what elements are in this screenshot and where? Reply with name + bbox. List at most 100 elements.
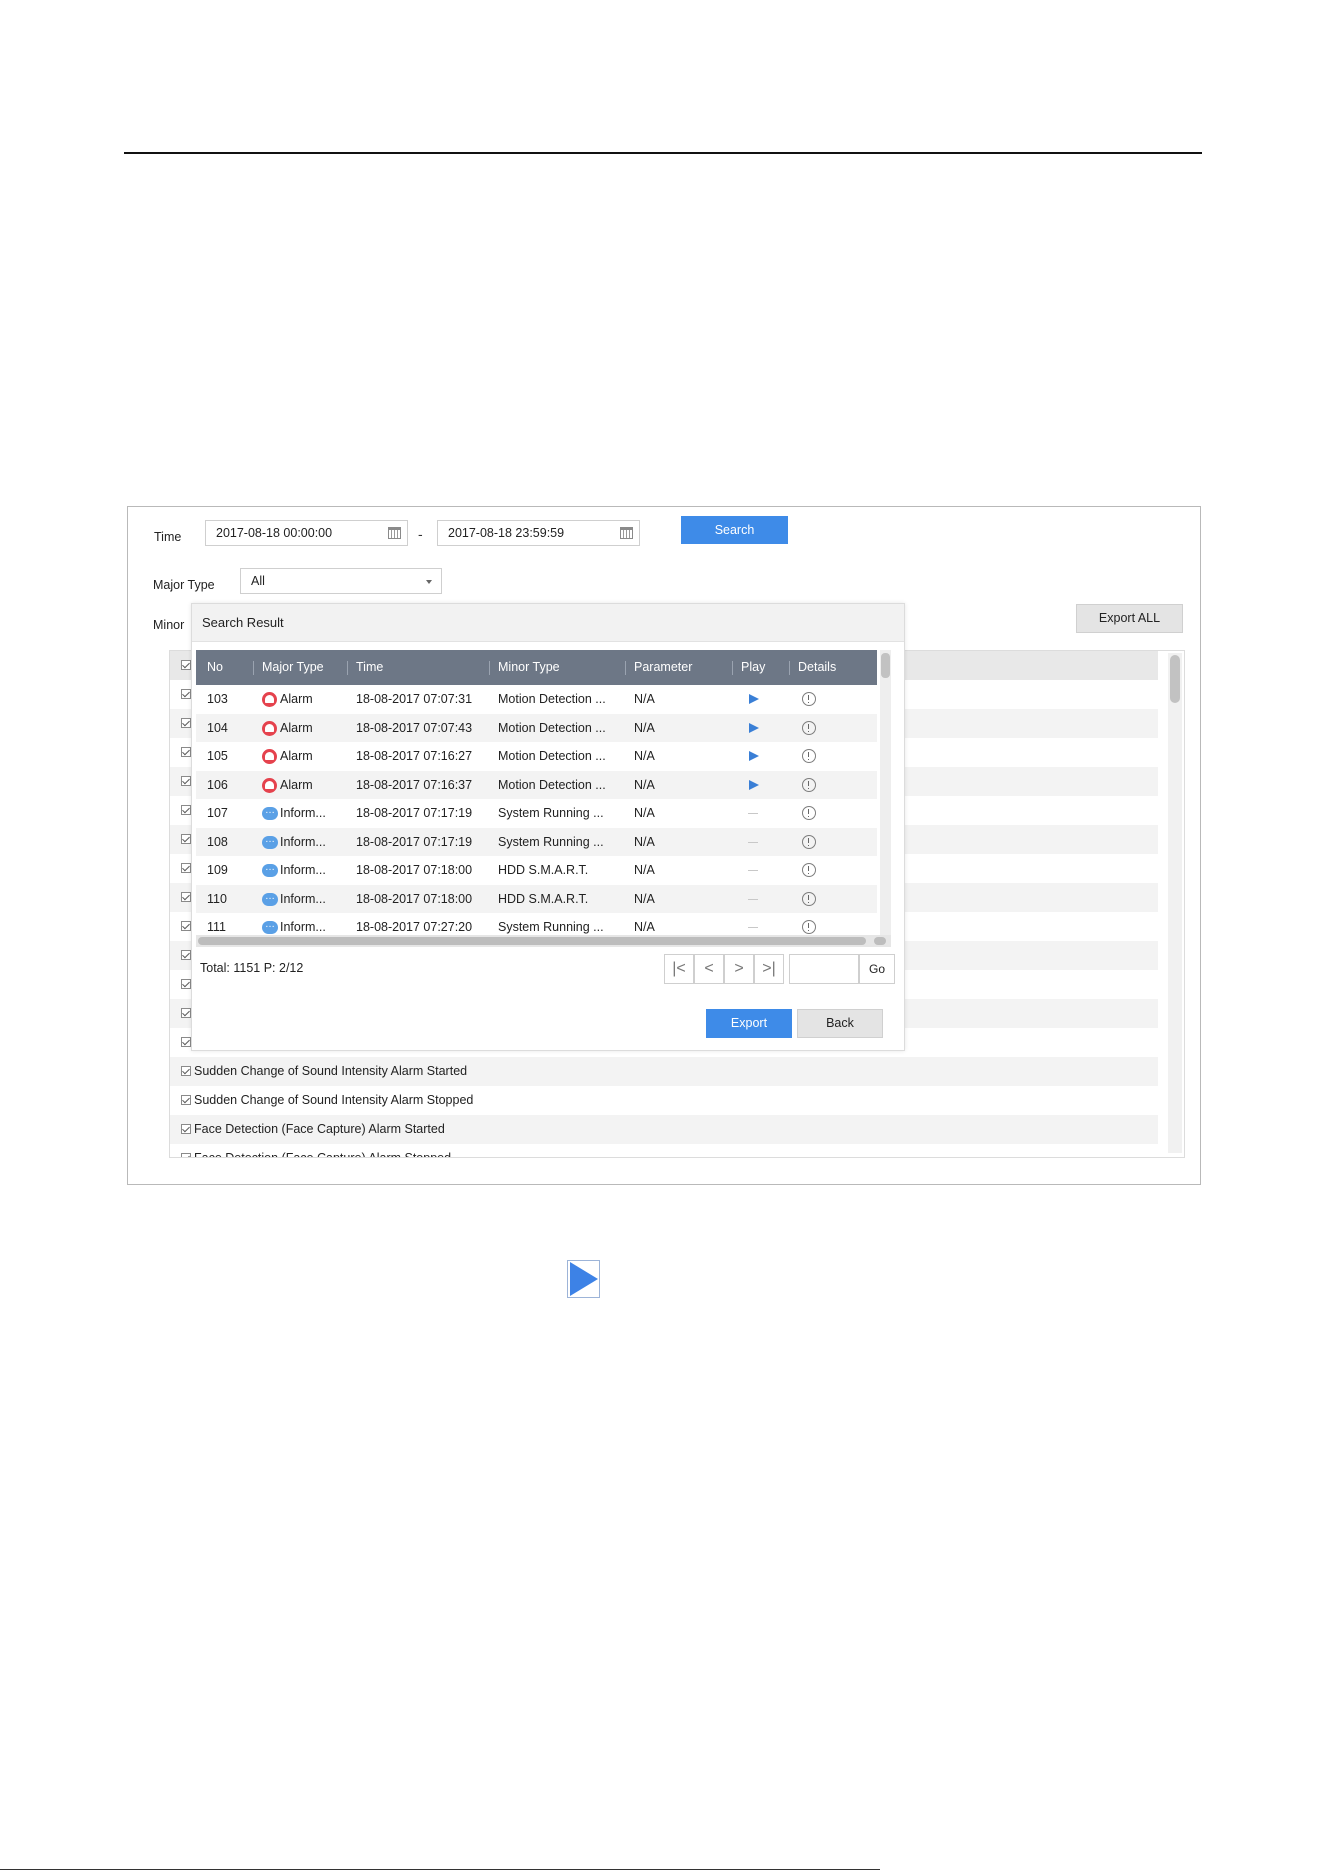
play-disabled-icon [748,927,758,928]
checkbox[interactable] [181,1066,191,1076]
alarm-icon [262,777,277,793]
table-horizontal-scrollbar[interactable] [196,935,891,947]
cell-time: 18-08-2017 07:16:27 [356,749,473,763]
table-row[interactable]: 104 Alarm 18-08-2017 07:07:43 Motion Det… [196,713,877,742]
play-icon[interactable] [749,779,759,790]
details-icon[interactable] [802,777,816,792]
cell-parameter: N/A [634,806,655,820]
results-table: No Major Type Time Minor Type Parameter … [196,650,891,950]
table-row[interactable]: 106 Alarm 18-08-2017 07:16:37 Motion Det… [196,770,877,799]
checkbox[interactable] [181,805,191,815]
calendar-icon[interactable] [620,527,633,539]
cell-no: 108 [207,834,228,849]
table-row[interactable]: 107 Inform... 18-08-2017 07:17:19 System… [196,797,877,828]
major-type-label: Major Type [153,578,215,592]
details-icon[interactable] [802,863,816,877]
col-time: Time [346,650,383,685]
checkbox[interactable] [181,1124,191,1134]
table-row[interactable]: 103 Alarm 18-08-2017 07:07:31 Motion Det… [196,685,877,714]
scrollbar-thumb[interactable] [881,653,890,678]
cell-minor-type: Motion Detection ... [498,692,606,706]
col-minor-type: Minor Type [489,650,560,685]
play-icon[interactable] [749,751,759,761]
checkbox[interactable] [181,747,191,757]
table-header: No Major Type Time Minor Type Parameter … [196,650,877,685]
scrollbar-thumb[interactable] [1170,655,1180,703]
details-icon[interactable] [802,920,816,934]
checkbox[interactable] [181,892,191,902]
checkbox[interactable] [181,776,191,786]
end-time-value: 2017-08-18 23:59:59 [448,526,565,540]
cell-minor-type: Motion Detection ... [498,720,606,735]
cell-no: 110 [207,891,227,906]
checkbox[interactable] [181,834,191,844]
end-time-field[interactable]: 2017-08-18 23:59:59 [437,520,640,546]
next-page-button[interactable]: > [724,954,754,984]
export-all-button[interactable]: Export ALL [1076,604,1183,633]
cell-time: 18-08-2017 07:07:31 [356,692,473,706]
export-button[interactable]: Export [706,1009,792,1038]
checkbox[interactable] [181,1037,191,1047]
major-type-value: All [251,574,265,588]
list-scrollbar[interactable] [1168,653,1182,1153]
play-icon [567,1260,600,1298]
checkbox[interactable] [181,979,191,989]
col-details: Details [788,650,836,685]
page-number-input[interactable] [789,954,859,984]
cell-major-type: Alarm [280,777,313,792]
cell-major-type: Alarm [280,720,313,735]
table-row[interactable]: 105 Alarm 18-08-2017 07:16:27 Motion Det… [196,742,877,771]
alarm-icon [262,749,277,764]
details-icon[interactable] [802,720,816,735]
last-page-button[interactable]: >| [754,954,784,984]
cell-time: 18-08-2017 07:18:00 [356,863,473,877]
col-major-type: Major Type [253,650,324,685]
cell-no: 103 [207,692,228,706]
major-type-select[interactable]: All [240,568,442,594]
details-icon[interactable] [802,891,816,906]
details-icon[interactable] [802,806,816,820]
alarm-icon [262,720,277,736]
first-page-button[interactable]: |< [664,954,694,984]
cell-major-type: Alarm [280,749,313,763]
go-button[interactable]: Go [859,954,895,984]
table-row[interactable]: 109 Inform... 18-08-2017 07:18:00 HDD S.… [196,854,877,885]
checkbox[interactable] [181,689,191,699]
checkbox[interactable] [181,660,191,670]
prev-page-button[interactable]: < [694,954,724,984]
cell-major-type: Inform... [280,863,326,877]
scrollbar-thumb[interactable] [198,937,866,945]
table-row[interactable]: 108 Inform... 18-08-2017 07:17:19 System… [196,826,877,856]
footer-divider [0,1869,880,1870]
calendar-icon[interactable] [388,527,401,539]
search-result-dialog: Search Result No Major Type Time Minor T… [191,603,905,1051]
table-vertical-scrollbar[interactable] [880,650,891,945]
play-icon[interactable] [749,694,759,704]
details-icon[interactable] [802,834,816,849]
play-disabled-icon [748,870,758,871]
checkbox[interactable] [181,1153,191,1157]
search-button[interactable]: Search [681,516,788,544]
back-button[interactable]: Back [797,1009,883,1038]
cell-no: 106 [207,777,228,792]
checkbox[interactable] [181,718,191,728]
play-icon[interactable] [749,722,759,733]
checkbox[interactable] [181,1008,191,1018]
cell-no: 104 [207,720,228,735]
details-icon[interactable] [802,692,816,706]
cell-minor-type: Motion Detection ... [498,777,606,792]
cell-minor-type: HDD S.M.A.R.T. [498,863,589,877]
checkbox[interactable] [181,863,191,873]
table-row[interactable]: 110 Inform... 18-08-2017 07:18:00 HDD S.… [196,883,877,913]
checkbox[interactable] [181,950,191,960]
checkbox[interactable] [181,921,191,931]
list-item: Face Detection (Face Capture) Alarm Stop… [170,1144,1158,1157]
checkbox[interactable] [181,1095,191,1105]
minor-type-label: Sudden Change of Sound Intensity Alarm S… [194,1093,474,1107]
start-time-field[interactable]: 2017-08-18 00:00:00 [205,520,408,546]
details-icon[interactable] [802,749,816,763]
cell-major-type: Inform... [280,806,326,820]
information-icon [262,797,278,826]
cell-minor-type: System Running ... [498,806,604,820]
cell-parameter: N/A [634,891,655,906]
